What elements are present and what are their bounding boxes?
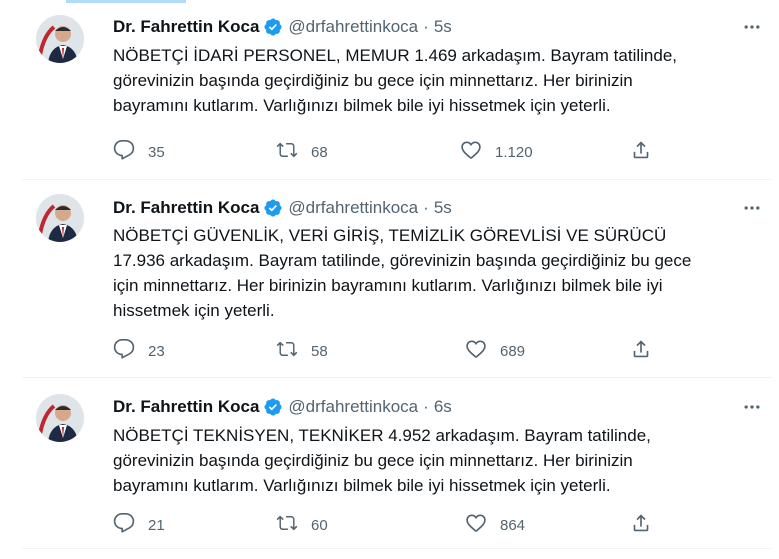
reply-count: 23: [148, 342, 165, 360]
reply-button[interactable]: 21: [113, 512, 165, 538]
reply-count: 21: [148, 516, 165, 534]
reply-button[interactable]: 23: [113, 338, 165, 364]
separator-dot: ·: [423, 198, 429, 217]
retweet-icon: [276, 139, 298, 166]
share-icon: [630, 338, 652, 365]
author-handle[interactable]: @drfahrettinkoca: [288, 17, 418, 37]
verified-badge-icon: [263, 17, 283, 37]
like-count: 864: [500, 516, 526, 534]
retweet-icon: [276, 338, 298, 365]
avatar[interactable]: [36, 394, 84, 442]
retweet-count: 68: [311, 143, 328, 161]
reply-icon: [113, 139, 135, 166]
separator-dot: ·: [423, 397, 429, 416]
like-icon: [460, 139, 482, 166]
author-handle[interactable]: @drfahrettinkoca: [288, 198, 418, 218]
retweet-button[interactable]: 58: [276, 338, 328, 364]
retweet-count: 58: [311, 342, 328, 360]
tweet-text: NÖBETÇİ İDARİ PERSONEL, MEMUR 1.469 arka…: [113, 46, 678, 115]
avatar[interactable]: [36, 15, 84, 63]
tweet-actions: 21 60 864: [113, 512, 653, 538]
author-name[interactable]: Dr. Fahrettin Koca: [113, 397, 259, 417]
reply-icon: [113, 512, 135, 539]
tweet-timestamp[interactable]: 5s: [434, 17, 452, 37]
reply-button[interactable]: 35: [113, 139, 165, 165]
more-icon[interactable]: [741, 397, 763, 417]
share-button[interactable]: [630, 139, 652, 165]
tweet-timestamp[interactable]: 6s: [434, 397, 452, 417]
tweet-header: Dr. Fahrettin Koca @drfahrettinkoca · 5s: [113, 196, 452, 220]
tweet-header: Dr. Fahrettin Koca @drfahrettinkoca · 6s: [113, 395, 452, 419]
retweet-button[interactable]: 60: [276, 512, 328, 538]
tweet-text: NÖBETÇİ GÜVENLİK, VERİ GİRİŞ, TEMİZLİK G…: [113, 226, 692, 320]
share-button[interactable]: [630, 338, 652, 364]
like-button[interactable]: 1.120: [460, 139, 533, 165]
top-edge: [0, 0, 779, 4]
share-icon: [630, 512, 652, 539]
tweet-actions: 35 68 1.120: [113, 139, 653, 165]
author-name[interactable]: Dr. Fahrettin Koca: [113, 198, 259, 218]
reply-count: 35: [148, 143, 165, 161]
reply-icon: [113, 338, 135, 365]
retweet-icon: [276, 512, 298, 539]
tweet[interactable]: Dr. Fahrettin Koca @drfahrettinkoca · 5s…: [22, 9, 771, 180]
like-count: 689: [500, 342, 526, 360]
more-icon[interactable]: [741, 17, 763, 37]
like-icon: [465, 512, 487, 539]
tweet-timestamp[interactable]: 5s: [434, 198, 452, 218]
avatar[interactable]: [36, 194, 84, 242]
tweet[interactable]: Dr. Fahrettin Koca @drfahrettinkoca · 5s…: [22, 180, 771, 378]
tweet[interactable]: Dr. Fahrettin Koca @drfahrettinkoca · 6s…: [22, 378, 771, 549]
like-count: 1.120: [495, 143, 533, 161]
tweet-actions: 23 58 689: [113, 338, 653, 364]
previous-item-edge: [66, 0, 186, 3]
verified-badge-icon: [263, 198, 283, 218]
author-handle[interactable]: @drfahrettinkoca: [288, 397, 418, 417]
author-name[interactable]: Dr. Fahrettin Koca: [113, 17, 259, 37]
share-button[interactable]: [630, 512, 652, 538]
separator-dot: ·: [423, 17, 429, 36]
retweet-button[interactable]: 68: [276, 139, 328, 165]
like-button[interactable]: 864: [465, 512, 525, 538]
like-button[interactable]: 689: [465, 338, 525, 364]
like-icon: [465, 338, 487, 365]
retweet-count: 60: [311, 516, 328, 534]
tweet-header: Dr. Fahrettin Koca @drfahrettinkoca · 5s: [113, 15, 452, 39]
verified-badge-icon: [263, 397, 283, 417]
more-icon[interactable]: [741, 198, 763, 218]
tweet-text: NÖBETÇİ TEKNİSYEN, TEKNİKER 4.952 arkada…: [113, 426, 651, 495]
share-icon: [630, 139, 652, 166]
